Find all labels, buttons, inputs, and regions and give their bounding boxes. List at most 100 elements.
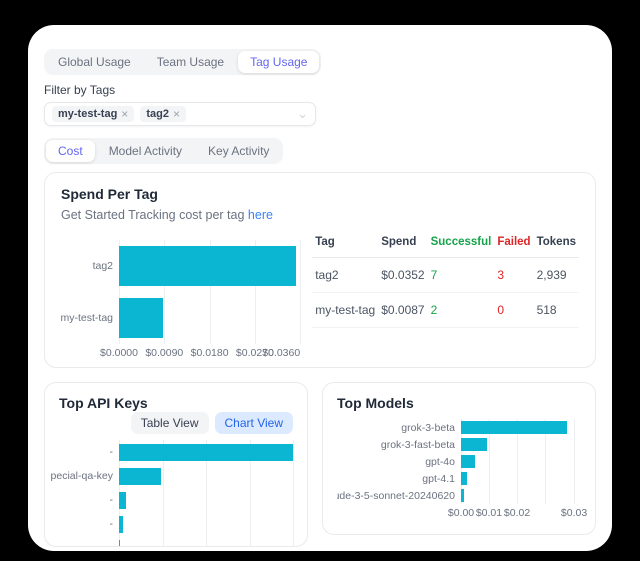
tag-filter-input[interactable]: my-test-tag × tag2 × ⌄ [44, 102, 316, 126]
table-view-button[interactable]: Table View [131, 412, 209, 434]
chart-body: tag2my-test-tag [61, 240, 300, 344]
col-failed: Failed [494, 232, 533, 258]
top-api-keys-chart: -pecial-qa-key--- [51, 440, 293, 547]
cell-tag: tag2 [312, 258, 378, 293]
tick-label: $0.0000 [100, 347, 138, 359]
chart-row [119, 440, 293, 464]
bar[interactable] [461, 472, 467, 485]
y-axis-labels: grok-3-betagrok-3-fast-betagpt-4ogpt-4.1… [337, 419, 461, 504]
x-axis: $0.0000$0.0090$0.0180$0.0270$0.0360 [119, 347, 300, 362]
category-label: grok-3-beta [337, 419, 461, 436]
col-spend: Spend [378, 232, 427, 258]
category-label: grok-3-fast-beta [337, 436, 461, 453]
chevron-down-icon[interactable]: ⌄ [297, 109, 308, 119]
top-api-keys-panel: Top API Keys Table View Chart View -peci… [44, 382, 308, 547]
cell-successful: 7 [428, 258, 495, 293]
bar[interactable] [119, 298, 163, 338]
col-tokens: Tokens [534, 232, 579, 258]
tick-label: $0.01 [476, 507, 502, 519]
close-icon[interactable]: × [173, 109, 180, 119]
cell-failed: 0 [494, 293, 533, 328]
tab-tag-usage[interactable]: Tag Usage [238, 51, 319, 73]
bar[interactable] [461, 438, 487, 451]
tag-chip-tag2[interactable]: tag2 × [140, 106, 186, 122]
cell-successful: 2 [428, 293, 495, 328]
tab-team-usage[interactable]: Team Usage [145, 51, 236, 73]
col-tag: Tag [312, 232, 378, 258]
bar[interactable] [119, 246, 296, 286]
bar[interactable] [119, 516, 123, 533]
cell-spend: $0.0352 [378, 258, 427, 293]
top-models-chart: grok-3-betagrok-3-fast-betagpt-4ogpt-4.1… [337, 419, 581, 522]
bar[interactable] [461, 455, 475, 468]
usage-dashboard-card: Global Usage Team Usage Tag Usage Filter… [28, 25, 612, 551]
tab-cost[interactable]: Cost [46, 140, 95, 162]
gridline [300, 240, 301, 344]
bar[interactable] [461, 421, 567, 434]
tick-label: $0.00 [448, 507, 474, 519]
category-label: - [51, 440, 119, 464]
chart-plot [119, 440, 293, 547]
here-link[interactable]: here [248, 208, 273, 222]
subtitle-text: Get Started Tracking cost per tag [61, 208, 244, 222]
tab-model-activity[interactable]: Model Activity [97, 140, 194, 162]
category-label: gpt-4o [337, 453, 461, 470]
gridline [293, 440, 294, 547]
bar[interactable] [461, 489, 464, 502]
chart-row [461, 419, 581, 436]
chart-row [119, 488, 293, 512]
bar[interactable] [119, 444, 293, 461]
usage-tab-list: Global Usage Team Usage Tag Usage [44, 49, 321, 75]
tick-label: $0.0090 [145, 347, 183, 359]
spend-table: Tag Spend Successful Failed Tokens tag2 … [312, 232, 579, 328]
top-models-title: Top Models [337, 395, 581, 411]
chart-plot [461, 419, 581, 504]
y-axis-labels: tag2my-test-tag [61, 240, 119, 344]
tab-key-activity[interactable]: Key Activity [196, 140, 281, 162]
cell-tokens: 518 [534, 293, 579, 328]
top-models-panel: Top Models grok-3-betagrok-3-fast-betagp… [322, 382, 596, 535]
chart-row [119, 536, 293, 547]
bar[interactable] [119, 492, 126, 509]
bar[interactable] [119, 468, 161, 485]
chart-plot [119, 240, 300, 344]
chart-view-button[interactable]: Chart View [215, 412, 293, 434]
tab-global-usage[interactable]: Global Usage [46, 51, 143, 73]
category-label: pecial-qa-key [51, 464, 119, 488]
y-axis-labels: -pecial-qa-key--- [51, 440, 119, 547]
table-row: my-test-tag $0.0087 2 0 518 [312, 293, 579, 328]
filter-by-tags-label: Filter by Tags [44, 83, 596, 97]
spend-content: tag2my-test-tag$0.0000$0.0090$0.0180$0.0… [61, 232, 579, 362]
tick-label: $0.02 [504, 507, 530, 519]
tag-chip-my-test-tag[interactable]: my-test-tag × [52, 106, 134, 122]
spend-panel-subtitle: Get Started Tracking cost per tag here [61, 208, 579, 222]
chart-body: grok-3-betagrok-3-fast-betagpt-4ogpt-4.1… [337, 419, 581, 504]
tag-chip-label: my-test-tag [58, 108, 117, 120]
category-label: tag2 [61, 240, 119, 292]
category-label: gpt-4.1 [337, 470, 461, 487]
spend-table-wrap: Tag Spend Successful Failed Tokens tag2 … [312, 232, 579, 362]
chart-row [461, 453, 581, 470]
chart-row [119, 292, 300, 344]
chart-row [119, 240, 300, 292]
table-header-row: Tag Spend Successful Failed Tokens [312, 232, 579, 258]
tag-chip-label: tag2 [146, 108, 169, 120]
chart-row [461, 436, 581, 453]
cell-tokens: 2,939 [534, 258, 579, 293]
view-toggle: Table View Chart View [59, 412, 293, 434]
spend-per-tag-chart: tag2my-test-tag$0.0000$0.0090$0.0180$0.0… [61, 240, 300, 362]
col-successful: Successful [428, 232, 495, 258]
top-api-keys-title: Top API Keys [59, 395, 293, 411]
spend-per-tag-panel: Spend Per Tag Get Started Tracking cost … [44, 172, 596, 368]
cell-failed: 3 [494, 258, 533, 293]
category-label: my-test-tag [61, 292, 119, 344]
close-icon[interactable]: × [121, 109, 128, 119]
spend-panel-title: Spend Per Tag [61, 186, 579, 202]
chart-row [119, 512, 293, 536]
category-label: - [51, 536, 119, 547]
cell-tag: my-test-tag [312, 293, 378, 328]
category-label: - [51, 488, 119, 512]
chart-row [461, 487, 581, 504]
category-label: - [51, 512, 119, 536]
bottom-panels-row: Top API Keys Table View Chart View -peci… [44, 382, 596, 547]
